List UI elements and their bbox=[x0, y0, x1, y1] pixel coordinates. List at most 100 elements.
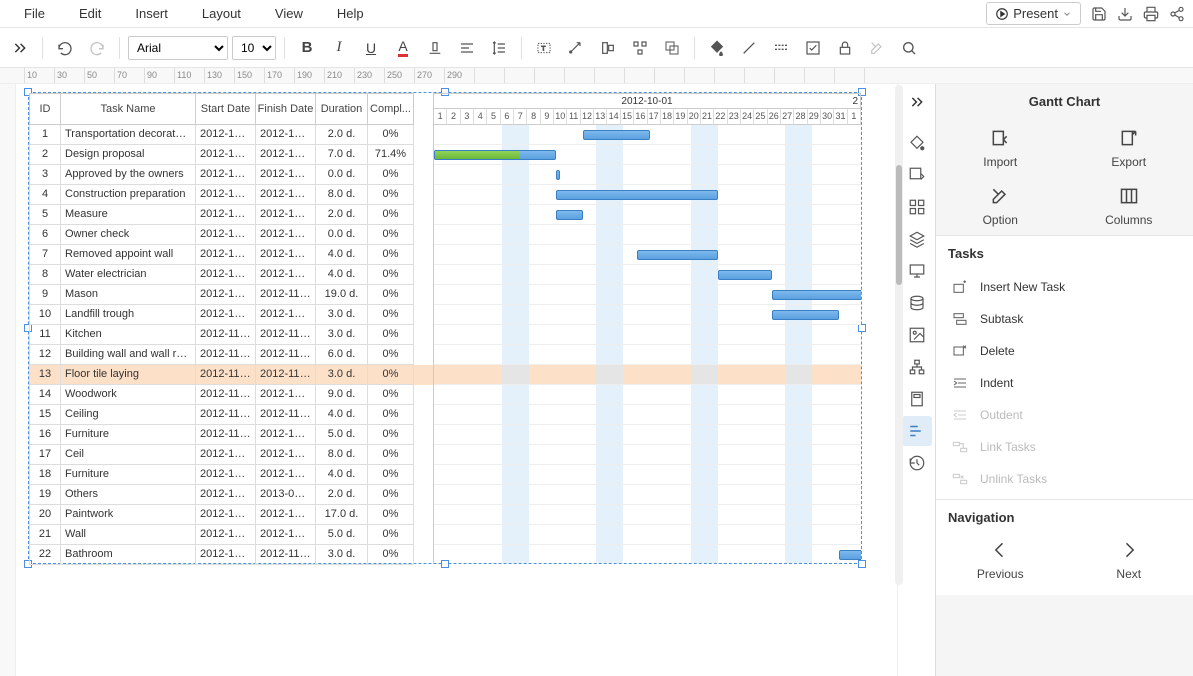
line-spacing-button[interactable] bbox=[485, 34, 513, 62]
task-action-subtask[interactable]: Subtask bbox=[936, 303, 1193, 335]
table-row[interactable]: 21Wall2012-12-182012-12-255.0 d.0% bbox=[29, 525, 433, 545]
gantt-bar[interactable] bbox=[434, 150, 556, 160]
gantt-bar[interactable] bbox=[556, 190, 718, 200]
checkbox-button[interactable] bbox=[799, 34, 827, 62]
present-button[interactable]: Present bbox=[986, 2, 1081, 25]
table-row[interactable]: 10Landfill trough2012-10-262012-10-313.0… bbox=[29, 305, 433, 325]
table-row[interactable]: 8Water electrician2012-10-222012-10-264.… bbox=[29, 265, 433, 285]
distribute-button[interactable] bbox=[626, 34, 654, 62]
history-tool-icon[interactable] bbox=[902, 448, 932, 478]
expand-toolbar-button[interactable] bbox=[6, 34, 34, 62]
download-icon[interactable] bbox=[1117, 6, 1133, 22]
grid-tool-icon[interactable] bbox=[902, 192, 932, 222]
menu-insert[interactable]: Insert bbox=[119, 2, 184, 25]
col-id[interactable]: ID bbox=[29, 93, 61, 125]
gantt-bar[interactable] bbox=[556, 170, 560, 180]
table-row[interactable]: 1Transportation decorate ma...2012-10-12… bbox=[29, 125, 433, 145]
org-chart-tool-icon[interactable] bbox=[902, 352, 932, 382]
gantt-bar[interactable] bbox=[772, 310, 840, 320]
table-row[interactable]: 14Woodwork2012-11-232012-12-069.0 d.0% bbox=[29, 385, 433, 405]
lock-button[interactable] bbox=[831, 34, 859, 62]
tools-button[interactable] bbox=[863, 34, 891, 62]
print-icon[interactable] bbox=[1143, 6, 1159, 22]
gantt-tool-icon[interactable] bbox=[902, 416, 932, 446]
menu-help[interactable]: Help bbox=[321, 2, 380, 25]
image-tool-icon[interactable] bbox=[902, 320, 932, 350]
task-action-indent[interactable]: Indent bbox=[936, 367, 1193, 399]
table-row[interactable]: 11Kitchen2012-11-052012-11-083.0 d.0% bbox=[29, 325, 433, 345]
undo-button[interactable] bbox=[51, 34, 79, 62]
fill-button[interactable] bbox=[703, 34, 731, 62]
table-row[interactable]: 18Furniture2012-12-252012-12-314.0 d.0% bbox=[29, 465, 433, 485]
save-icon[interactable] bbox=[1091, 6, 1107, 22]
gantt-bar[interactable] bbox=[556, 210, 583, 220]
gantt-bar[interactable] bbox=[637, 250, 718, 260]
share-icon[interactable] bbox=[1169, 6, 1185, 22]
table-row[interactable]: 2Design proposal2012-10-012012-10-107.0 … bbox=[29, 145, 433, 165]
col-duration[interactable]: Duration bbox=[316, 93, 368, 125]
line-color-button[interactable] bbox=[735, 34, 763, 62]
table-row[interactable]: 9Mason2012-10-262012-11-2219.0 d.0% bbox=[29, 285, 433, 305]
menu-view[interactable]: View bbox=[259, 2, 319, 25]
menu-edit[interactable]: Edit bbox=[63, 2, 117, 25]
col-name[interactable]: Task Name bbox=[61, 93, 196, 125]
export-button[interactable]: Export bbox=[1065, 127, 1193, 169]
table-row[interactable]: 4Construction preparation2012-10-102012-… bbox=[29, 185, 433, 205]
shape-align-button[interactable] bbox=[594, 34, 622, 62]
table-row[interactable]: 3Approved by the owners2012-10-102012-10… bbox=[29, 165, 433, 185]
gantt-bar[interactable] bbox=[772, 290, 862, 300]
table-row[interactable]: 15Ceiling2012-11-232012-11-294.0 d.0% bbox=[29, 405, 433, 425]
canvas[interactable]: ID Task Name Start Date Finish Date Dura… bbox=[0, 84, 897, 676]
text-box-button[interactable]: T bbox=[530, 34, 558, 62]
canvas-scrollbar[interactable] bbox=[895, 85, 903, 585]
group-button[interactable] bbox=[658, 34, 686, 62]
gantt-bar[interactable] bbox=[839, 550, 861, 560]
menu-layout[interactable]: Layout bbox=[186, 2, 257, 25]
gantt-timeline[interactable]: 2012-10-01 2 123456789101112131415161718… bbox=[434, 93, 861, 563]
align-button[interactable] bbox=[453, 34, 481, 62]
table-row[interactable]: 19Others2012-12-282013-01-012.0 d.0% bbox=[29, 485, 433, 505]
previous-button[interactable]: Previous bbox=[936, 539, 1065, 581]
underline-button[interactable]: U bbox=[357, 34, 385, 62]
table-row[interactable]: 5Measure2012-10-102012-10-122.0 d.0% bbox=[29, 205, 433, 225]
data-tool-icon[interactable] bbox=[902, 288, 932, 318]
collapse-panel-button[interactable] bbox=[898, 90, 935, 114]
connector-button[interactable] bbox=[562, 34, 590, 62]
col-complete[interactable]: Compl... bbox=[368, 93, 414, 125]
highlight-button[interactable] bbox=[421, 34, 449, 62]
search-button[interactable] bbox=[895, 34, 923, 62]
import-button[interactable]: Import bbox=[936, 127, 1065, 169]
columns-button[interactable]: Columns bbox=[1065, 185, 1193, 227]
font-color-button[interactable]: A bbox=[389, 34, 417, 62]
table-row[interactable]: 7Removed appoint wall2012-10-162012-10-2… bbox=[29, 245, 433, 265]
task-action-insert[interactable]: Insert New Task bbox=[936, 271, 1193, 303]
table-row[interactable]: 22Bathroom2012-10-312012-11-053.0 d.0% bbox=[29, 545, 433, 565]
page-tool-icon[interactable] bbox=[902, 384, 932, 414]
gantt-grid[interactable]: ID Task Name Start Date Finish Date Dura… bbox=[29, 93, 434, 563]
table-row[interactable]: 6Owner check2012-12-312012-12-310.0 d.0% bbox=[29, 225, 433, 245]
task-action-delete[interactable]: Delete bbox=[936, 335, 1193, 367]
table-row[interactable]: 12Building wall and wall repair2012-11-0… bbox=[29, 345, 433, 365]
bold-button[interactable]: B bbox=[293, 34, 321, 62]
presentation-tool-icon[interactable] bbox=[902, 256, 932, 286]
col-start[interactable]: Start Date bbox=[196, 93, 256, 125]
fill-tool-icon[interactable] bbox=[902, 128, 932, 158]
table-row[interactable]: 17Ceil2012-12-062012-12-188.0 d.0% bbox=[29, 445, 433, 465]
font-family-select[interactable]: Arial bbox=[128, 36, 228, 60]
gantt-chart-object[interactable]: ID Task Name Start Date Finish Date Dura… bbox=[28, 92, 862, 564]
table-row[interactable]: 16Furniture2012-11-292012-12-065.0 d.0% bbox=[29, 425, 433, 445]
font-size-select[interactable]: 10 bbox=[232, 36, 276, 60]
table-row[interactable]: 13Floor tile laying2012-11-192012-11-223… bbox=[29, 365, 433, 385]
option-button[interactable]: Option bbox=[936, 185, 1065, 227]
italic-button[interactable]: I bbox=[325, 34, 353, 62]
table-row[interactable]: 20Paintwork2012-12-062012-12-3117.0 d.0% bbox=[29, 505, 433, 525]
line-style-button[interactable] bbox=[767, 34, 795, 62]
redo-button[interactable] bbox=[83, 34, 111, 62]
menu-file[interactable]: File bbox=[8, 2, 61, 25]
gantt-bar[interactable] bbox=[583, 130, 651, 140]
shape-tool-icon[interactable] bbox=[902, 160, 932, 190]
col-finish[interactable]: Finish Date bbox=[256, 93, 316, 125]
gantt-bar[interactable] bbox=[718, 270, 772, 280]
layers-tool-icon[interactable] bbox=[902, 224, 932, 254]
next-button[interactable]: Next bbox=[1065, 539, 1193, 581]
